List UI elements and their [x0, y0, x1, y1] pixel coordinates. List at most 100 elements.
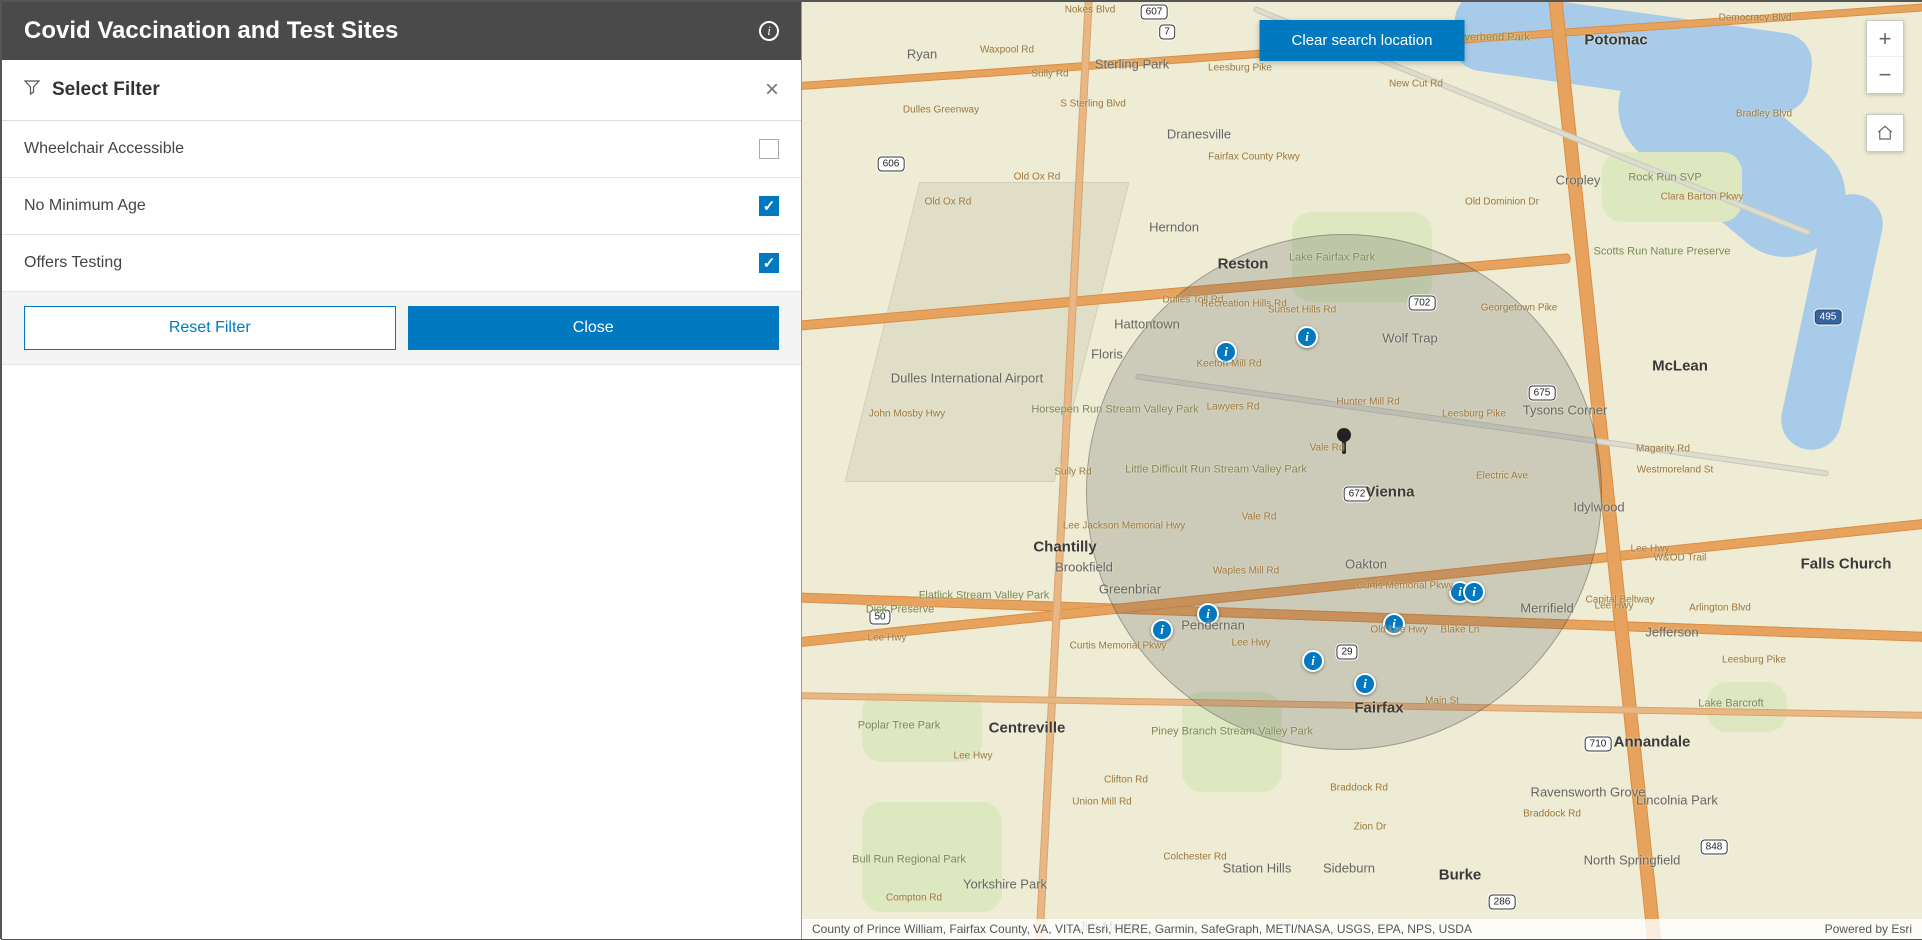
park-area: [1602, 152, 1742, 222]
app-title: Covid Vaccination and Test Sites: [24, 17, 398, 45]
funnel-icon: [24, 79, 40, 101]
route-shield: 7: [1159, 25, 1175, 40]
filter-item[interactable]: Offers Testing: [2, 235, 801, 292]
place-label: Wolf Trap: [1382, 331, 1437, 346]
place-label: Lake Fairfax Park: [1289, 251, 1375, 264]
place-label: Hunter Mill Rd: [1336, 397, 1399, 408]
close-filter-button[interactable]: Close: [408, 306, 780, 350]
place-label: Sterling Park: [1095, 57, 1169, 72]
place-label: Compton Rd: [886, 893, 942, 904]
reset-filter-button[interactable]: Reset Filter: [24, 306, 396, 350]
place-label: Lincolnia Park: [1636, 793, 1718, 808]
place-label: Blake Ln: [1441, 625, 1480, 636]
filter-item[interactable]: Wheelchair Accessible: [2, 121, 801, 178]
route-shield: 286: [1489, 895, 1516, 910]
place-label: John Mosby Hwy: [869, 409, 945, 420]
place-label: Sunset Hills Rd: [1268, 305, 1336, 316]
info-marker[interactable]: i: [1151, 619, 1173, 641]
home-icon: [1876, 124, 1894, 142]
place-label: Cropley: [1556, 173, 1601, 188]
place-label: Flatlick Stream Valley Park: [919, 589, 1050, 602]
side-panel: Covid Vaccination and Test Sites i Selec…: [2, 2, 802, 939]
place-label: North Springfield: [1584, 853, 1681, 868]
place-label: Centreville: [989, 720, 1066, 737]
info-marker[interactable]: i: [1302, 650, 1324, 672]
place-label: Jefferson: [1645, 625, 1698, 640]
place-label: Pendernan: [1181, 618, 1245, 633]
info-marker[interactable]: i: [1296, 326, 1318, 348]
filter-checkbox[interactable]: [759, 139, 779, 159]
zoom-out-button[interactable]: −: [1867, 57, 1903, 93]
route-shield: 29: [1336, 645, 1357, 660]
info-marker[interactable]: i: [1463, 581, 1485, 603]
place-label: Clara Barton Pkwy: [1661, 192, 1744, 203]
place-label: Lee Hwy: [1595, 601, 1634, 612]
place-label: Piney Branch Stream Valley Park: [1151, 725, 1313, 738]
place-label: Democracy Blvd: [1719, 13, 1792, 24]
place-label: Falls Church: [1801, 556, 1892, 573]
place-label: Braddock Rd: [1523, 809, 1581, 820]
filter-checkbox[interactable]: [759, 196, 779, 216]
place-label: Lee Hwy: [868, 633, 907, 644]
airport-area: [845, 182, 1130, 482]
zoom-in-button[interactable]: +: [1867, 21, 1903, 57]
place-label: Annandale: [1614, 734, 1691, 751]
place-label: Old Dominion Dr: [1465, 197, 1539, 208]
place-label: Keeton Mill Rd: [1196, 359, 1261, 370]
place-label: Old Lee Hwy: [1370, 625, 1427, 636]
place-label: Lee Hwy: [954, 751, 993, 762]
filter-label: No Minimum Age: [24, 197, 146, 215]
route-shield: 675: [1529, 386, 1556, 401]
attribution-sources: County of Prince William, Fairfax County…: [812, 922, 1472, 936]
place-label: Brookfield: [1055, 560, 1113, 575]
place-label: Sully Rd: [1054, 467, 1091, 478]
route-shield: 710: [1585, 737, 1612, 752]
place-label: Old Ox Rd: [925, 197, 972, 208]
filter-buttons: Reset Filter Close: [2, 292, 801, 365]
route-shield: 702: [1409, 296, 1436, 311]
place-label: Waxpool Rd: [980, 45, 1034, 56]
place-label: Dulles Greenway: [903, 105, 979, 116]
map-attribution: County of Prince William, Fairfax County…: [802, 919, 1922, 939]
place-label: Bull Run Regional Park: [852, 853, 966, 866]
place-label: Scotts Run Nature Preserve: [1594, 245, 1731, 258]
place-label: Oakton: [1345, 557, 1387, 572]
place-label: Vale Rd: [1242, 512, 1277, 523]
place-label: Westmoreland St: [1637, 465, 1714, 476]
filter-item[interactable]: No Minimum Age: [2, 178, 801, 235]
place-label: Sully Rd: [1031, 69, 1068, 80]
place-label: New Cut Rd: [1389, 79, 1443, 90]
place-label: Dranesville: [1167, 127, 1231, 142]
filter-title-row: Select Filter ×: [2, 60, 801, 121]
route-shield: 606: [878, 157, 905, 172]
info-marker[interactable]: i: [1354, 673, 1376, 695]
place-label: Merrifield: [1520, 601, 1573, 616]
place-label: Zion Dr: [1354, 822, 1387, 833]
filter-checkbox[interactable]: [759, 253, 779, 273]
place-label: Potomac: [1584, 32, 1647, 49]
place-label: Leesburg Pike: [1722, 655, 1786, 666]
panel-header: Covid Vaccination and Test Sites i: [2, 2, 801, 60]
close-icon[interactable]: ×: [765, 78, 779, 102]
place-label: Curtis Memorial Pkwy: [1070, 641, 1167, 652]
zoom-controls: + −: [1866, 20, 1904, 94]
home-button[interactable]: [1866, 114, 1904, 152]
place-label: Lee Hwy: [1232, 638, 1271, 649]
info-icon[interactable]: i: [759, 21, 779, 41]
place-label: Horsepen Run Stream Valley Park: [1031, 403, 1198, 416]
clear-search-button[interactable]: Clear search location: [1260, 20, 1465, 61]
place-label: Union Mill Rd: [1072, 797, 1131, 808]
place-label: Colchester Rd: [1163, 852, 1226, 863]
place-label: Georgetown Pike: [1481, 303, 1558, 314]
place-label: Arlington Blvd: [1689, 603, 1751, 614]
place-label: Chantilly: [1033, 539, 1096, 556]
place-label: Dulles International Airport: [891, 371, 1043, 386]
place-label: Magarity Rd: [1636, 444, 1690, 455]
place-label: Leesburg Pike: [1442, 409, 1506, 420]
map[interactable]: iiiiiiiii6077286506067026756722971084849…: [802, 2, 1922, 939]
place-label: Burke: [1439, 867, 1482, 884]
place-label: Vienna: [1366, 484, 1415, 501]
filter-list: Wheelchair Accessible No Minimum Age Offer…: [2, 121, 801, 292]
place-label: Main St: [1425, 696, 1459, 707]
place-label: Greenbriar: [1099, 582, 1161, 597]
